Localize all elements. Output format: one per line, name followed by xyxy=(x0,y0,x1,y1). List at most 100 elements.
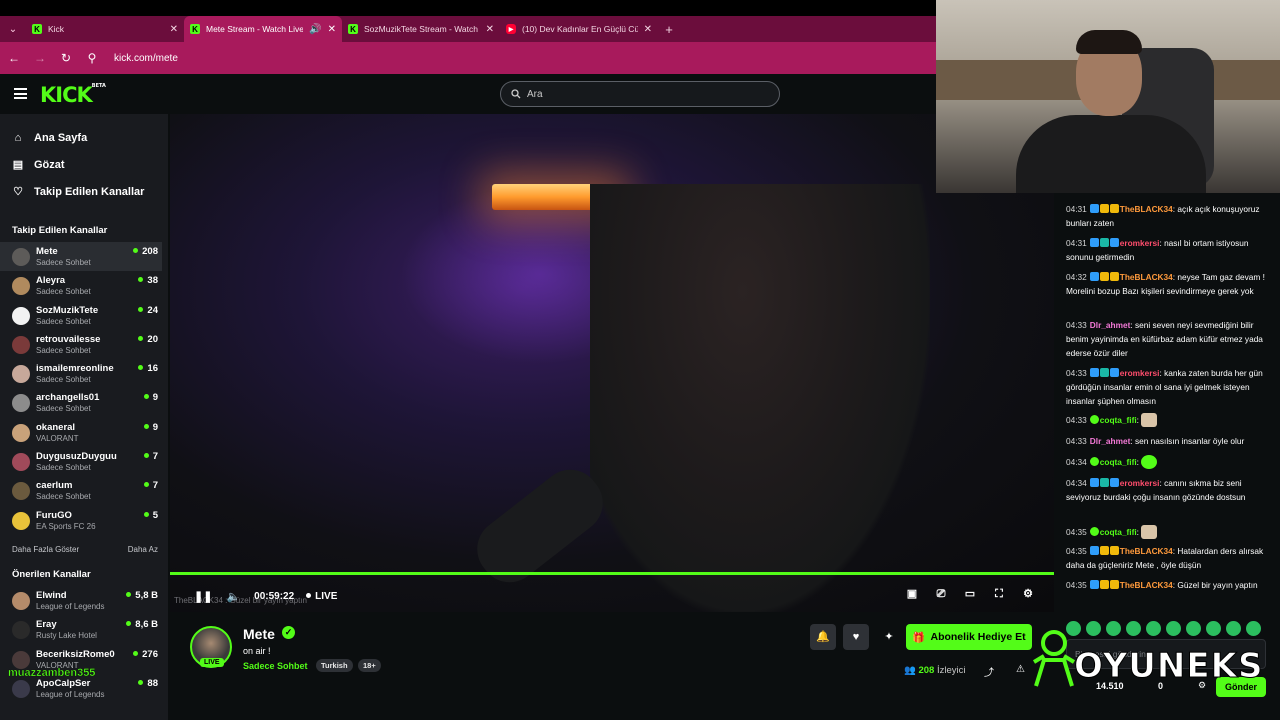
live-progress-bar[interactable] xyxy=(170,572,1054,575)
live-indicator[interactable]: LIVE xyxy=(306,591,337,602)
users-icon: 👥 xyxy=(904,665,916,676)
url-text[interactable]: kick.com/mete xyxy=(114,53,178,64)
speaker-icon[interactable]: 🔊 xyxy=(309,24,321,35)
stream-title: on air ! xyxy=(243,646,271,656)
channel-item[interactable]: archangells01 Sadece Sohbet 9 xyxy=(0,388,168,417)
recommended-section-title: Önerilen Kanallar xyxy=(12,569,91,580)
chat-username[interactable]: eromkersi xyxy=(1120,238,1160,248)
chat-username[interactable]: TheBLACK34 xyxy=(1120,204,1173,214)
message-time: 04:34 xyxy=(1066,478,1087,488)
nav-home[interactable]: ⌂ Ana Sayfa xyxy=(12,124,168,151)
message-time: 04:32 xyxy=(1066,272,1087,282)
gift-subscription-button[interactable]: 🎁 Abonelik Hediye Et xyxy=(906,624,1032,650)
badge-icon xyxy=(1099,238,1109,247)
reload-icon[interactable]: ↻ xyxy=(58,51,74,65)
badge-icon xyxy=(1099,580,1109,589)
badge-icon xyxy=(1109,238,1119,247)
pip-icon[interactable]: ▣ xyxy=(906,588,918,600)
nav-following[interactable]: ♡ Takip Edilen Kanallar xyxy=(12,178,168,205)
avatar xyxy=(12,335,30,354)
chat-username[interactable]: eromkersi xyxy=(1120,368,1160,378)
message-time: 04:33 xyxy=(1066,415,1087,425)
youtube-icon: ▶ xyxy=(506,24,516,34)
notification-bell-icon[interactable]: 🔔 xyxy=(810,624,836,650)
browser-tab-mete[interactable]: K Mete Stream - Watch Live on 🔊 ✕ xyxy=(184,16,342,42)
stream-category[interactable]: Sadece Sohbet xyxy=(243,661,308,671)
webcam-scene xyxy=(1076,30,1142,54)
site-settings-icon[interactable]: ⚲ xyxy=(84,51,100,65)
badge-icon xyxy=(1099,368,1109,377)
tag-language[interactable]: Turkish xyxy=(316,659,353,672)
chat-username[interactable]: coqta_fifi xyxy=(1100,415,1137,425)
channel-item[interactable]: SozMuzikTete Sadece Sohbet 24 xyxy=(0,301,168,330)
badge-icon xyxy=(1109,478,1119,487)
browser-tab-youtube[interactable]: ▶ (10) Dev Kadınlar En Güçlü Cüce ✕ xyxy=(500,16,658,42)
tag-age[interactable]: 18+ xyxy=(358,659,381,672)
back-arrow-icon[interactable]: ← xyxy=(6,51,22,65)
browser-tab-sozmuziktete[interactable]: K SozMuzikTete Stream - Watch Li ✕ xyxy=(342,16,500,42)
follow-heart-icon[interactable]: ♥ xyxy=(843,624,869,650)
channel-item[interactable]: FuruGO EA Sports FC 26 5 xyxy=(0,506,168,535)
forward-arrow-icon[interactable]: → xyxy=(32,51,48,65)
close-icon[interactable]: ✕ xyxy=(328,24,336,35)
recommended-channel-list: Elwind League of Legends 5,8 B Eray Rusty L… xyxy=(0,586,168,703)
avatar xyxy=(12,248,30,266)
clip-icon[interactable]: ⎚ xyxy=(935,588,947,600)
volume-icon[interactable]: 🔈 xyxy=(226,590,240,603)
badge-icon xyxy=(1089,580,1099,589)
message-time: 04:35 xyxy=(1066,546,1087,556)
show-more-button[interactable]: Daha Fazla Göster xyxy=(12,545,79,554)
channel-item[interactable]: ismailemreonline Sadece Sohbet 16 xyxy=(0,359,168,388)
chat-username[interactable]: TheBLACK34 xyxy=(1120,546,1173,556)
channel-name: ismailemreonline xyxy=(36,363,114,375)
nav-browse[interactable]: ▤ Gözat xyxy=(12,151,168,178)
show-less-button[interactable]: Daha Az xyxy=(128,545,158,554)
badge-icon xyxy=(1109,546,1119,555)
avatar xyxy=(12,394,30,413)
close-icon[interactable]: ✕ xyxy=(644,24,652,35)
avatar xyxy=(12,511,30,530)
kick-logo[interactable]: KICKBETA xyxy=(40,83,106,107)
gear-icon[interactable]: ⚙ xyxy=(1022,588,1034,600)
fullscreen-icon[interactable]: ⛶ xyxy=(993,588,1005,600)
close-icon[interactable]: ✕ xyxy=(486,24,494,35)
viewer-count: 7 xyxy=(144,480,158,491)
chat-username[interactable]: Dlr_ahmet xyxy=(1090,436,1131,446)
channel-item[interactable]: Elwind League of Legends 5,8 B xyxy=(0,586,168,615)
chat-username[interactable]: eromkersi xyxy=(1120,478,1160,488)
theater-mode-icon[interactable]: ▭ xyxy=(964,588,976,600)
close-icon[interactable]: ✕ xyxy=(170,24,178,35)
channel-item[interactable]: caerlum Sadece Sohbet 7 xyxy=(0,476,168,505)
channel-name: Elwind xyxy=(36,590,67,601)
tab-search-icon[interactable]: ⌄ xyxy=(0,16,26,42)
warning-icon[interactable]: ⚠ xyxy=(1016,664,1025,675)
chat-message: 04:31 eromkersi: nasıl bi ortam istiyosun… xyxy=(1066,237,1266,265)
streamer-name[interactable]: Mete xyxy=(243,626,275,642)
channel-item[interactable]: okaneral VALORANT 9 xyxy=(0,418,168,447)
pause-icon[interactable]: ❚❚ xyxy=(194,590,212,603)
chat-username[interactable]: coqta_fifi xyxy=(1100,457,1137,467)
sparkle-icon[interactable]: ✦ xyxy=(876,624,902,650)
message-text: sen nasılsın insanlar öyle olur xyxy=(1134,436,1245,446)
channel-category: VALORANT xyxy=(36,433,79,443)
gift-button-label: Abonelik Hediye Et xyxy=(930,631,1026,643)
channel-item[interactable]: Aleyra Sadece Sohbet 38 xyxy=(0,271,168,300)
viewer-count: 5,8 B xyxy=(126,590,158,601)
channel-category: League of Legends xyxy=(36,602,105,611)
channel-item[interactable]: Eray Rusty Lake Hotel 8,6 B xyxy=(0,615,168,644)
chat-username[interactable]: TheBLACK34 xyxy=(1120,580,1173,590)
channel-item[interactable]: DuygusuzDuyguu Sadece Sohbet 7 xyxy=(0,447,168,476)
menu-icon[interactable] xyxy=(14,88,27,99)
chat-username[interactable]: coqta_fifi xyxy=(1100,527,1137,537)
search-input[interactable]: Ara xyxy=(500,81,780,107)
chat-username[interactable]: TheBLACK34 xyxy=(1120,272,1173,282)
chat-username[interactable]: Dlr_ahmet xyxy=(1090,320,1131,330)
video-player[interactable]: TheBLACK34 : Güzel bir yayın yaptın ❚❚ 🔈… xyxy=(170,114,1054,612)
browser-tab-kick[interactable]: K Kick ✕ xyxy=(26,16,184,42)
avatar xyxy=(12,277,30,296)
badge-icon xyxy=(1089,546,1099,555)
new-tab-button[interactable]: + xyxy=(658,22,680,37)
share-icon[interactable]: ⤴ xyxy=(984,664,994,679)
channel-item[interactable]: Mete Sadece Sohbet 208 xyxy=(0,242,162,272)
channel-item[interactable]: retrouvailesse Sadece Sohbet 20 xyxy=(0,330,168,359)
